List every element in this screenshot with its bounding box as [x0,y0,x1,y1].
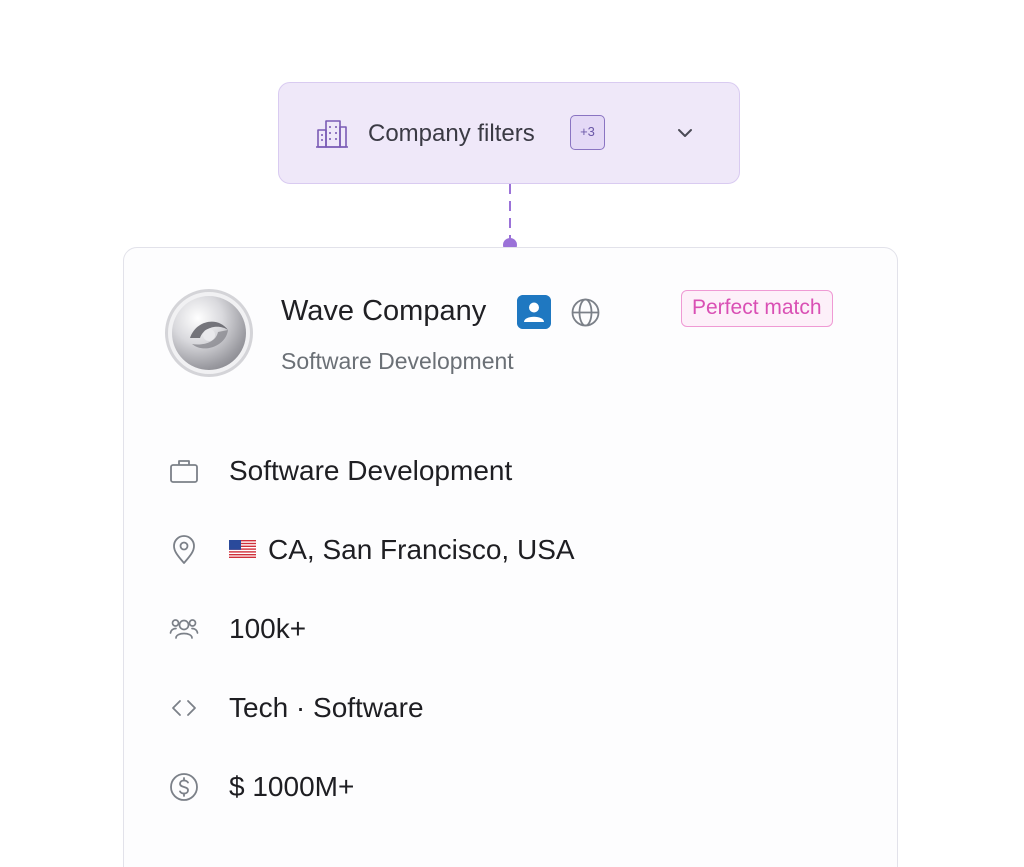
employees-text: 100k+ [229,613,307,644]
profile-icon[interactable] [517,295,551,329]
company-card: Wave Company Perfect match Software Deve… [123,247,898,867]
detail-row-tech: Tech · Software [168,688,424,728]
tech-text: Tech · Software [229,692,424,723]
detail-row-revenue: $ 1000M+ [168,767,354,807]
chevron-down-icon[interactable] [675,123,695,143]
code-icon [172,700,196,716]
company-name[interactable]: Wave Company [281,292,486,330]
perfect-match-badge: Perfect match [681,290,833,327]
building-icon [316,120,348,148]
location-pin-icon [173,535,195,564]
connector-line [509,184,511,242]
industry-text: Software Development [229,455,513,486]
company-logo [165,289,253,377]
revenue-text: $ 1000M+ [229,771,355,802]
company-subtitle: Software Development [281,348,514,374]
people-icon [169,619,199,639]
page: Company filters +3 Wave Company Perfect … [0,0,1024,867]
detail-row-location: CA, San Francisco, USA [168,530,575,570]
us-flag-icon [229,540,256,558]
briefcase-icon [170,460,198,483]
filter-count-badge: +3 [570,115,605,150]
location-text: CA, San Francisco, USA [268,534,575,565]
detail-row-employees: 100k+ [168,609,306,649]
company-filters-dropdown[interactable]: Company filters +3 [278,82,740,184]
globe-icon[interactable] [570,297,601,328]
dollar-circle-icon [170,773,198,801]
company-filters-label: Company filters [368,120,535,147]
detail-row-industry: Software Development [168,451,512,491]
